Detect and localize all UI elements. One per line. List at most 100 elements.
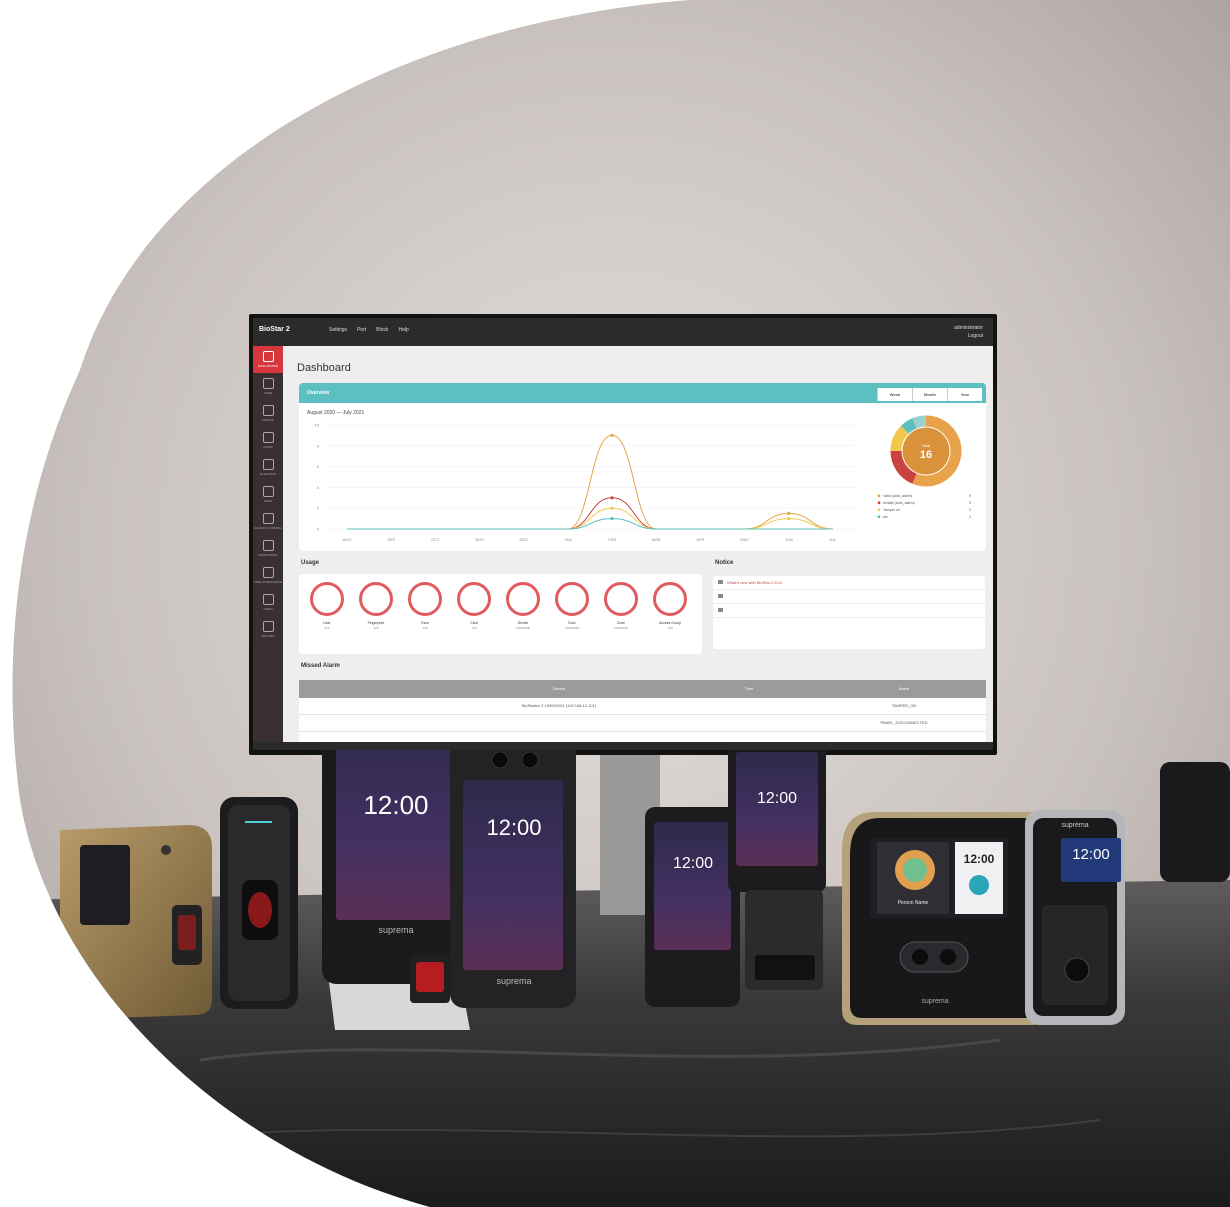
usage-count: 1000/1000 (613, 626, 629, 630)
device-icon (262, 405, 274, 416)
menu-settings[interactable]: Settings (329, 327, 347, 333)
sidebar-item-time-attendance[interactable]: TIME ATTENDANCE (253, 562, 283, 589)
cell-time (669, 698, 829, 714)
footer-bar (253, 742, 993, 750)
video-icon (262, 594, 274, 605)
usage-count: 1000/1000 (564, 626, 580, 630)
usage-item[interactable]: Door 1000/1000 (552, 582, 592, 630)
usage-item[interactable]: Fingerprint 120 (356, 582, 396, 630)
usage-icon (555, 582, 589, 616)
tab-month[interactable]: Month (912, 388, 947, 401)
top-bar: BioStar 2 Settings Port Block Help admin… (253, 318, 993, 346)
data-point (610, 517, 614, 521)
usage-panel: User 120 Fingerprint 120 Face 120 Card 120 Devic… (299, 574, 702, 654)
x-tick-label: JUL (829, 537, 837, 542)
usage-count: 1000/1000 (515, 626, 531, 630)
cell-alarm: TAMPER_ON (891, 703, 917, 708)
zone-icon (262, 486, 274, 497)
edge-terminal (1160, 762, 1230, 882)
x-tick-label: MAR (652, 537, 661, 542)
tab-year[interactable]: Year (947, 388, 982, 401)
elevator-icon (262, 459, 274, 470)
series-line (347, 434, 833, 530)
usage-icon (506, 582, 540, 616)
usage-item[interactable]: Face 120 (405, 582, 445, 630)
usage-count: 120 (471, 626, 477, 630)
legend-label: Tamper on (883, 508, 900, 512)
notice-panel: What's new with BioStar 2.8.11 (713, 576, 985, 649)
y-tick-label: 6 (317, 464, 320, 469)
overview-line-chart: 0 2 4 6 8 10 AUG SEP OCT NOV DEC JAN FEB MAR APR MAY JUN… (315, 423, 855, 542)
col-time: Time (744, 686, 754, 691)
menu-port[interactable]: Port (357, 327, 366, 333)
table-row[interactable]: BioStation 2 100000001 (192.168.12.101) … (299, 698, 986, 715)
notice-row[interactable]: What's new with BioStar 2.8.11 (713, 576, 985, 590)
sidebar-item-setting[interactable]: SETTING (253, 616, 283, 643)
usage-icon (604, 582, 638, 616)
menu-block[interactable]: Block (376, 327, 388, 333)
app-title: BioStar 2 (259, 326, 290, 333)
face-station-terminal (842, 812, 1050, 1025)
col-blank (299, 680, 449, 698)
sidebar-item-device[interactable]: DEVICE (253, 400, 283, 427)
legend-swatch (877, 494, 881, 498)
x-tick-label: DEC (520, 537, 529, 542)
sidebar-item-door[interactable]: DOOR (253, 427, 283, 454)
top-menu: Settings Port Block Help (329, 327, 409, 333)
notice-row-empty (713, 590, 985, 604)
clock-icon (262, 567, 274, 578)
sidebar-item-access-control[interactable]: ACCESS CONTROL (253, 508, 283, 535)
usage-item[interactable]: User 120 (307, 582, 347, 630)
usage-item[interactable]: Zone 1000/1000 (601, 582, 641, 630)
usage-icon (408, 582, 442, 616)
door-icon (262, 432, 274, 443)
table-row[interactable]: PANEL_DISCONNECTED (299, 715, 986, 732)
sidebar-item-dashboard[interactable]: DASH BOARD (253, 346, 283, 373)
device-clock-stand: 12:00 (756, 790, 798, 807)
y-tick-label: 8 (317, 443, 320, 448)
sidebar-item-user[interactable]: USER (253, 373, 283, 400)
data-point (610, 496, 614, 500)
tab-week[interactable]: Week (877, 388, 912, 401)
legend-value: 1 (969, 515, 971, 519)
device-clock-medium: 12:00 (486, 815, 542, 840)
usage-item[interactable]: Access Group 100 (650, 582, 690, 630)
x-tick-label: JAN (564, 537, 572, 542)
user-icon (262, 378, 274, 389)
notice-row-empty (713, 604, 985, 618)
cell-alarm: PANEL_DISCONNECTED (880, 720, 928, 725)
overview-panel: Overview Week Month Year August 2020 — J… (299, 383, 986, 551)
usage-icon (310, 582, 344, 616)
usage-icon (653, 582, 687, 616)
usage-count: 120 (324, 626, 330, 630)
usage-item[interactable]: Device 1000/1000 (503, 582, 543, 630)
overview-header: Overview Week Month Year (299, 383, 986, 403)
x-tick-label: OCT (431, 537, 440, 542)
data-point (610, 433, 614, 437)
usage-count: 120 (422, 626, 428, 630)
x-tick-label: APR (696, 537, 704, 542)
logout-link[interactable]: Logout (954, 332, 983, 340)
usage-item[interactable]: Card 120 (454, 582, 494, 630)
device-clock-faceStation: 12:00 (963, 852, 995, 866)
gold-fingerprint-terminal (60, 825, 212, 1020)
missed-alarm-title: Missed Alarm (301, 663, 340, 669)
x-tick-label: SEP (387, 537, 395, 542)
cell (299, 698, 449, 714)
sidebar-item-monitoring[interactable]: MONITORING (253, 535, 283, 562)
col-device: Device (552, 686, 566, 691)
series-line (347, 518, 833, 530)
compact-terminal (645, 807, 740, 1007)
legend-label: etc (883, 515, 888, 519)
sidebar-item-elevator[interactable]: ELEVATOR (253, 454, 283, 481)
sidebar-item-zone[interactable]: ZONE (253, 481, 283, 508)
menu-help[interactable]: Help (398, 327, 408, 333)
overview-title: Overview (307, 390, 330, 396)
notice-title: Notice (715, 560, 734, 566)
sidebar-item-video[interactable]: VIDEO (253, 589, 283, 616)
legend-value: 2 (969, 508, 971, 512)
missed-alarm-header: Device Time Alarm (299, 680, 986, 698)
x-tick-label: NOV (475, 537, 484, 542)
usage-count: 120 (373, 626, 379, 630)
device-kiosk-name: Person Name (897, 900, 929, 906)
